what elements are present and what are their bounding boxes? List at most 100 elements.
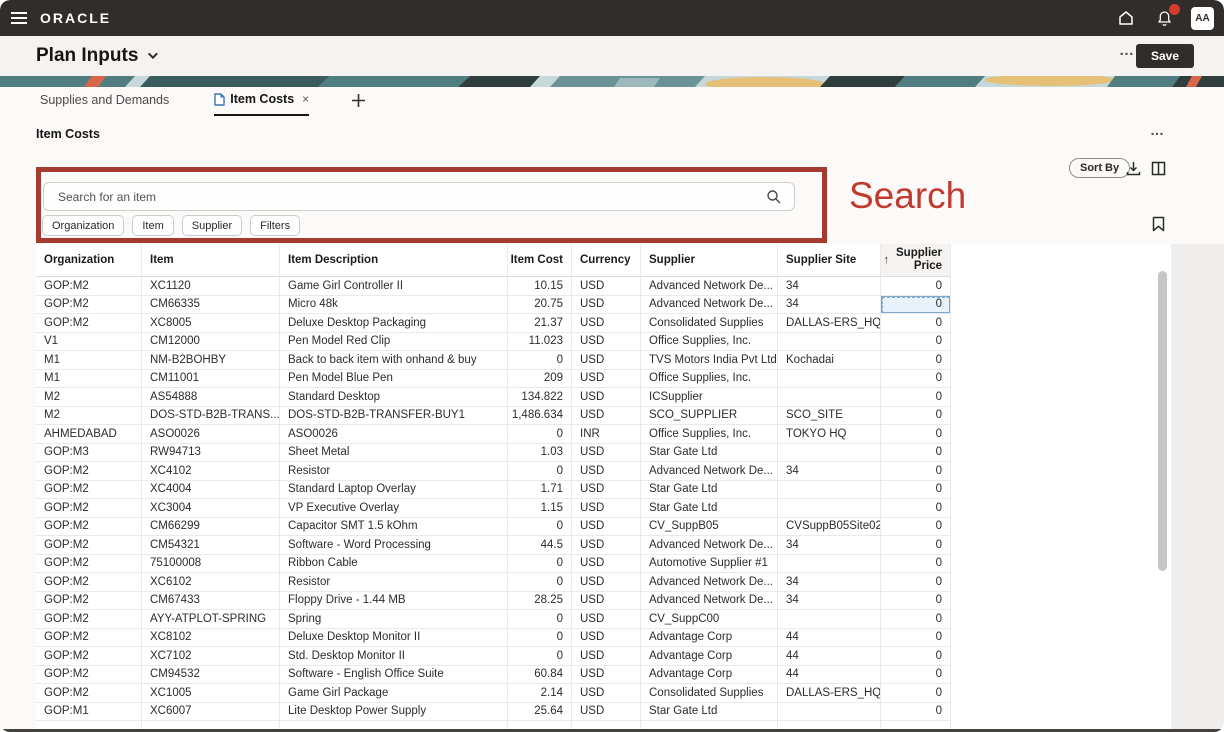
cell-supplier[interactable]: Advanced Network De... xyxy=(641,592,778,611)
cell-item-cost[interactable]: 0 xyxy=(508,610,572,629)
filter-chip[interactable]: Filters xyxy=(250,215,300,236)
cell-item-description[interactable]: Spring xyxy=(280,610,508,629)
cell-supplier-price[interactable]: 0 xyxy=(881,333,951,352)
cell-item[interactable]: CM66299 xyxy=(142,518,280,537)
cell-supplier-site[interactable]: 44 xyxy=(778,647,881,666)
cell-item-description[interactable]: Deluxe Desktop Monitor II xyxy=(280,629,508,648)
cell-supplier[interactable]: SCO_SUPPLIER xyxy=(641,407,778,426)
cell-supplier-site[interactable] xyxy=(778,703,881,722)
cell-item[interactable]: XC8102 xyxy=(142,629,280,648)
cell-organization[interactable]: GOP:M2 xyxy=(36,462,142,481)
cell-item[interactable]: XC1005 xyxy=(142,684,280,703)
cell-supplier[interactable]: Advanced Network De... xyxy=(641,277,778,296)
cell-item[interactable]: CM12000 xyxy=(142,333,280,352)
cell-item-description[interactable]: Floppy Drive - 1.44 MB xyxy=(280,592,508,611)
cell-currency[interactable]: USD xyxy=(572,684,641,703)
cell-supplier[interactable]: Advanced Network De... xyxy=(641,296,778,315)
cell-supplier-site[interactable] xyxy=(778,370,881,389)
cell-item-description[interactable]: Pen Model Red Clip xyxy=(280,333,508,352)
cell-currency[interactable]: USD xyxy=(572,647,641,666)
column-header-currency[interactable]: Currency xyxy=(572,244,641,277)
download-icon[interactable] xyxy=(1124,159,1142,177)
cell-currency[interactable]: USD xyxy=(572,407,641,426)
cell-item-cost[interactable]: 0 xyxy=(508,629,572,648)
cell-supplier-site[interactable]: 34 xyxy=(778,462,881,481)
cell-organization[interactable]: M1 xyxy=(36,351,142,370)
cell-supplier[interactable]: Office Supplies, Inc. xyxy=(641,370,778,389)
cell-supplier-price[interactable]: 0 xyxy=(881,351,951,370)
cell-item-description[interactable]: ASO0026 xyxy=(280,425,508,444)
cell-item-cost[interactable]: 21.37 xyxy=(508,314,572,333)
cell-item-cost[interactable]: 0 xyxy=(508,647,572,666)
cell-item-cost[interactable]: 60.84 xyxy=(508,666,572,685)
cell-supplier[interactable]: Advantage Corp xyxy=(641,629,778,648)
cell-item-cost[interactable]: 0 xyxy=(508,573,572,592)
cell-currency[interactable]: USD xyxy=(572,277,641,296)
cell-organization[interactable]: AHMEDABAD xyxy=(36,425,142,444)
cell-currency[interactable]: USD xyxy=(572,573,641,592)
cell-organization[interactable]: GOP:M2 xyxy=(36,499,142,518)
cell-supplier-price[interactable]: 0 xyxy=(881,481,951,500)
cell-organization[interactable]: GOP:M2 xyxy=(36,647,142,666)
cell-supplier-price[interactable]: 0 xyxy=(881,296,951,315)
cell-item-description[interactable]: Software - Word Processing xyxy=(280,536,508,555)
cell-item-description[interactable]: Ribbon Cable xyxy=(280,555,508,574)
cell-supplier[interactable]: Office Supplies, Inc. xyxy=(641,425,778,444)
cell-currency[interactable]: USD xyxy=(572,370,641,389)
cell-supplier-site[interactable]: SCO_SITE xyxy=(778,407,881,426)
cell-item[interactable]: CM67433 xyxy=(142,592,280,611)
cell-supplier-site[interactable]: Kochadai xyxy=(778,351,881,370)
cell-supplier[interactable]: Consolidated Supplies xyxy=(641,684,778,703)
cell-supplier-site[interactable]: DALLAS-ERS_HQ xyxy=(778,314,881,333)
cell-currency[interactable]: USD xyxy=(572,444,641,463)
cell-supplier-site[interactable]: 44 xyxy=(778,666,881,685)
cell-supplier-price[interactable]: 0 xyxy=(881,462,951,481)
cell-currency[interactable]: USD xyxy=(572,703,641,722)
cell-item-cost[interactable]: 209 xyxy=(508,370,572,389)
cell-item[interactable]: XC6102 xyxy=(142,573,280,592)
cell-item-description[interactable]: Game Girl Package xyxy=(280,684,508,703)
cell-item-cost[interactable]: 0 xyxy=(508,351,572,370)
cell-supplier-site[interactable]: 44 xyxy=(778,629,881,648)
cell-item[interactable]: CM54321 xyxy=(142,536,280,555)
cell-supplier[interactable]: Advantage Corp xyxy=(641,666,778,685)
cell-organization[interactable]: GOP:M2 xyxy=(36,277,142,296)
cell-currency[interactable]: USD xyxy=(572,481,641,500)
cell-item-description[interactable]: Pen Model Blue Pen xyxy=(280,370,508,389)
cell-item[interactable]: AS54888 xyxy=(142,388,280,407)
page-title-dropdown[interactable]: Plan Inputs xyxy=(36,45,155,67)
cell-item[interactable]: XC1120 xyxy=(142,277,280,296)
cell-currency[interactable]: USD xyxy=(572,536,641,555)
search-icon[interactable] xyxy=(766,189,782,205)
filter-chip[interactable]: Supplier xyxy=(182,215,242,236)
cell-item-cost[interactable]: 11.023 xyxy=(508,333,572,352)
cell-organization[interactable]: GOP:M2 xyxy=(36,518,142,537)
cell-item[interactable]: NM-B2BOHBY xyxy=(142,351,280,370)
cell-item[interactable]: ASO0026 xyxy=(142,425,280,444)
cell-supplier-site[interactable]: 34 xyxy=(778,592,881,611)
cell-organization[interactable]: GOP:M2 xyxy=(36,555,142,574)
cell-supplier-price[interactable]: 0 xyxy=(881,388,951,407)
hamburger-menu-icon[interactable] xyxy=(0,0,38,36)
cell-item-description[interactable]: Lite Desktop Power Supply xyxy=(280,703,508,722)
cell-supplier[interactable]: Advanced Network De... xyxy=(641,462,778,481)
cell-item[interactable]: CM66335 xyxy=(142,296,280,315)
cell-supplier-site[interactable]: 34 xyxy=(778,536,881,555)
cell-item-description[interactable]: Standard Laptop Overlay xyxy=(280,481,508,500)
cell-currency[interactable]: USD xyxy=(572,499,641,518)
cell-organization[interactable]: M2 xyxy=(36,407,142,426)
cell-item-description[interactable]: Resistor xyxy=(280,462,508,481)
cell-item-description[interactable]: Micro 48k xyxy=(280,296,508,315)
cell-organization[interactable]: GOP:M2 xyxy=(36,481,142,500)
cell-supplier-site[interactable] xyxy=(778,499,881,518)
cell-supplier-site[interactable]: TOKYO HQ xyxy=(778,425,881,444)
cell-supplier-site[interactable]: CVSuppB05Site02 xyxy=(778,518,881,537)
home-icon[interactable] xyxy=(1115,7,1137,29)
user-avatar[interactable]: AA xyxy=(1191,7,1214,30)
cell-item-description[interactable]: Resistor xyxy=(280,573,508,592)
cell-supplier-price[interactable]: 0 xyxy=(881,555,951,574)
cell-supplier[interactable]: TVS Motors India Pvt Ltd xyxy=(641,351,778,370)
cell-supplier[interactable]: Advanced Network De... xyxy=(641,536,778,555)
cell-supplier-price[interactable]: 0 xyxy=(881,536,951,555)
cell-item-cost[interactable]: 134.822 xyxy=(508,388,572,407)
